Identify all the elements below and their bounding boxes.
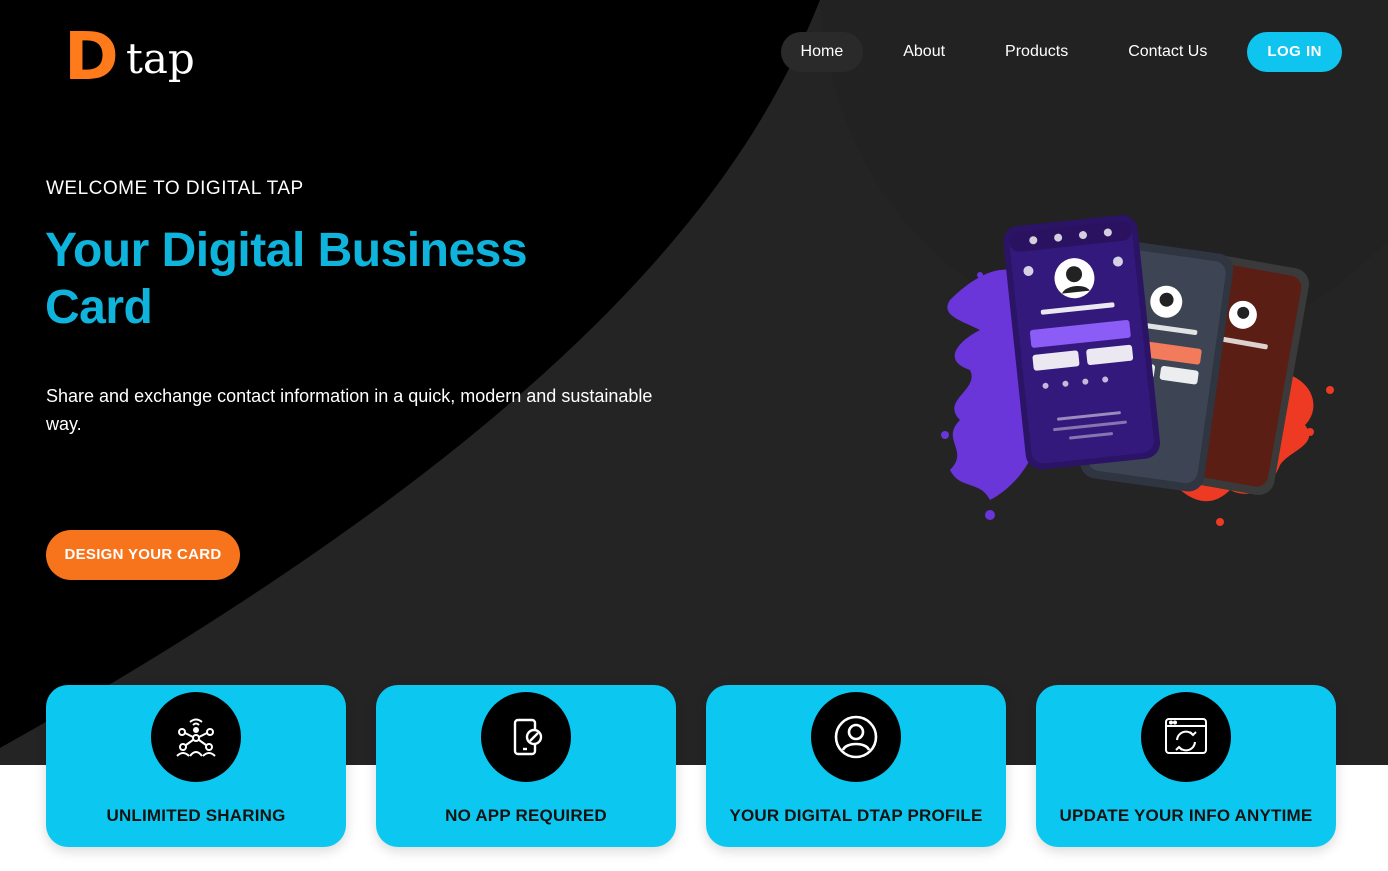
dtap-logo[interactable]: D tap <box>64 18 204 95</box>
update-browser-icon <box>1141 692 1231 782</box>
no-app-phone-icon <box>481 692 571 782</box>
user-profile-icon <box>811 692 901 782</box>
nav-home[interactable]: Home <box>780 32 864 72</box>
nav-contact-us[interactable]: Contact Us <box>1108 32 1227 72</box>
nav-about[interactable]: About <box>883 32 965 72</box>
hero-section: D tap Home About Products Contact Us LOG… <box>0 0 1388 765</box>
feature-card-no-app-required[interactable]: NO APP REQUIRED <box>376 685 676 847</box>
login-button[interactable]: LOG IN <box>1247 32 1342 72</box>
hero-headline: Your Digital Business Card <box>45 224 528 334</box>
feature-card-update-info[interactable]: UPDATE YOUR INFO ANYTIME <box>1036 685 1336 847</box>
hero-subtext: Share and exchange contact information i… <box>46 386 653 434</box>
feature-title: UPDATE YOUR INFO ANYTIME <box>1059 806 1313 825</box>
logo-letter: D <box>64 18 119 95</box>
hero-eyebrow: WELCOME TO DIGITAL TAP <box>46 178 304 199</box>
phones-illustration <box>941 214 1334 526</box>
network-sharing-icon <box>151 692 241 782</box>
main-navigation: Home About Products Contact Us LOG IN <box>780 32 1342 72</box>
feature-title: NO APP REQUIRED <box>445 806 607 825</box>
feature-title: YOUR DIGITAL DTAP PROFILE <box>729 806 983 825</box>
feature-card-unlimited-sharing[interactable]: UNLIMITED SHARING <box>46 685 346 847</box>
feature-card-digital-profile[interactable]: YOUR DIGITAL DTAP PROFILE <box>706 685 1006 847</box>
nav-products[interactable]: Products <box>985 32 1088 72</box>
logo-word: tap <box>126 34 195 83</box>
feature-title: UNLIMITED SHARING <box>106 806 286 825</box>
design-your-card-button[interactable]: DESIGN YOUR CARD <box>46 530 240 580</box>
